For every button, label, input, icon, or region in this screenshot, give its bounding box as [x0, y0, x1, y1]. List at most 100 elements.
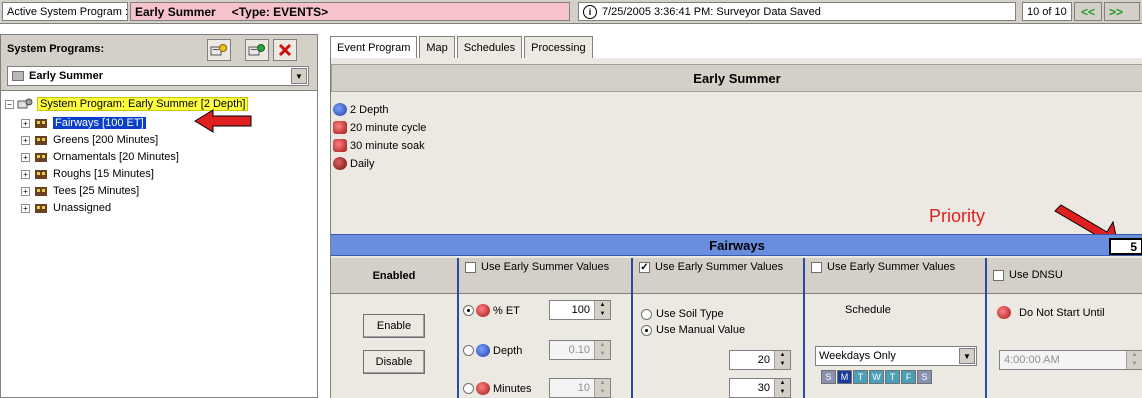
manual-value-label: Use Manual Value	[656, 324, 746, 336]
depth-label: Depth	[493, 344, 523, 357]
amount-header: Use Early Summer Values	[459, 258, 631, 294]
cycle-value: 20	[757, 354, 770, 366]
do-not-start-label: Do Not Start Until	[1019, 306, 1105, 319]
enabled-title: Enabled	[331, 258, 457, 294]
tree-item-label: Tees [25 Minutes]	[53, 185, 140, 197]
checkbox[interactable]	[993, 270, 1004, 281]
start-time-value: 4:00:00 AM	[1004, 354, 1060, 366]
active-program-field: Early Summer <Type: EVENTS>	[130, 2, 570, 21]
cycle-icon	[333, 121, 347, 134]
status-message: i 7/25/2005 3:36:41 PM: Surveyor Data Sa…	[578, 2, 1016, 21]
soak-value: 30	[757, 382, 770, 394]
et-value-stepper[interactable]: 100 ▲ ▼	[549, 300, 611, 320]
schedule-select[interactable]: Weekdays Only ▼	[815, 346, 977, 366]
copy-program-button[interactable]	[245, 39, 269, 61]
system-programs-header: System Programs: Early Summer ▼	[1, 35, 317, 91]
tab-event-program[interactable]: Event Program	[330, 36, 418, 59]
tree-item-unassigned[interactable]: + Unassigned	[21, 201, 111, 215]
active-program-label: Active System Program :	[2, 2, 128, 21]
enable-button[interactable]: Enable	[363, 314, 425, 338]
use-dnsu-checkbox[interactable]: Use DNSU	[993, 270, 1063, 281]
manual-value-option[interactable]: Use Manual Value	[641, 324, 745, 336]
day-sunday[interactable]: S	[821, 370, 836, 384]
soak-value-stepper[interactable]: 30 ▲ ▼	[729, 378, 791, 398]
priority-field[interactable]: 5	[1109, 238, 1142, 255]
station-group-icon	[35, 136, 47, 145]
spin-arrows-icon[interactable]: ▲ ▼	[594, 301, 610, 319]
depth-radio[interactable]	[463, 345, 474, 356]
spin-arrows-icon[interactable]: ▲ ▼	[594, 379, 610, 397]
day-wednesday[interactable]: W	[869, 370, 884, 384]
new-program-button[interactable]	[207, 39, 231, 61]
day-friday[interactable]: F	[901, 370, 916, 384]
soil-type-label: Use Soil Type	[656, 308, 724, 320]
minutes-value-stepper[interactable]: 10 ▲ ▼	[549, 378, 611, 398]
checkbox[interactable]	[811, 262, 822, 273]
schedule-use-values-checkbox[interactable]: Use Early Summer Values	[811, 262, 955, 273]
minutes-radio[interactable]	[463, 383, 474, 394]
day-thursday[interactable]: T	[885, 370, 900, 384]
tree-item-tees[interactable]: + Tees [25 Minutes]	[21, 184, 139, 198]
disable-button[interactable]: Disable	[363, 350, 425, 374]
tree-item-roughs[interactable]: + Roughs [15 Minutes]	[21, 167, 154, 181]
expand-toggle[interactable]: +	[21, 169, 30, 179]
tab-map[interactable]: Map	[419, 36, 455, 58]
amount-use-values-checkbox[interactable]: Use Early Summer Values	[465, 262, 609, 273]
tree-item-ornamentals[interactable]: + Ornamentals [20 Minutes]	[21, 150, 179, 164]
tree-item-label: Roughs [15 Minutes]	[53, 168, 154, 180]
tree-item-greens[interactable]: + Greens [200 Minutes]	[21, 133, 158, 147]
daily-icon	[333, 157, 347, 170]
summary-daily: Daily	[333, 156, 374, 171]
tree-item-fairways[interactable]: + Fairways [100 ET]	[21, 116, 146, 130]
expand-toggle[interactable]: +	[21, 186, 30, 196]
spin-arrows-icon[interactable]: ▲ ▼	[774, 379, 790, 397]
et-radio[interactable]	[463, 305, 474, 316]
collapse-toggle[interactable]: −	[5, 99, 14, 109]
next-record-button[interactable]: >>	[1104, 2, 1140, 21]
soil-type-option[interactable]: Use Soil Type	[641, 308, 724, 320]
tab-processing[interactable]: Processing	[524, 36, 593, 58]
day-monday[interactable]: M	[837, 370, 852, 384]
et-option[interactable]: % ET	[463, 304, 520, 317]
expand-toggle[interactable]: +	[21, 152, 30, 162]
tree-item-label: Ornamentals [20 Minutes]	[53, 151, 179, 163]
expand-toggle[interactable]: +	[21, 118, 30, 128]
station-group-icon	[35, 204, 47, 213]
delete-icon	[278, 43, 292, 57]
day-saturday[interactable]: S	[917, 370, 932, 384]
program-select[interactable]: Early Summer ▼	[7, 66, 309, 86]
checkbox-label: Use Early Summer Values	[481, 261, 610, 273]
record-counter: 10 of 10	[1022, 2, 1072, 21]
day-tuesday[interactable]: T	[853, 370, 868, 384]
chevron-down-icon[interactable]: ▼	[291, 68, 307, 84]
expand-toggle[interactable]: +	[21, 203, 30, 213]
depth-option[interactable]: Depth	[463, 344, 522, 357]
minutes-value: 10	[577, 382, 590, 394]
manual-value-radio[interactable]	[641, 324, 652, 336]
spin-arrows-icon[interactable]: ▲ ▼	[594, 341, 610, 359]
schedule-header: Use Early Summer Values	[805, 258, 985, 294]
summary-soak: 30 minute soak	[333, 138, 425, 153]
start-time-field[interactable]: 4:00:00 AM ▲ ▼	[999, 350, 1142, 370]
chevron-down-icon[interactable]: ▼	[959, 348, 975, 364]
summary-label: 30 minute soak	[350, 139, 425, 152]
amount-column: Use Early Summer Values % ET 100 ▲ ▼ Dept…	[457, 258, 631, 398]
expand-toggle[interactable]: +	[21, 135, 30, 145]
spin-arrows-icon[interactable]: ▲ ▼	[1126, 351, 1142, 369]
minutes-option[interactable]: Minutes	[463, 382, 532, 395]
cycle-value-stepper[interactable]: 20 ▲ ▼	[729, 350, 791, 370]
spin-arrows-icon[interactable]: ▲ ▼	[774, 351, 790, 369]
schedule-select-value: Weekdays Only	[819, 350, 896, 362]
checkbox-label: Use Early Summer Values	[827, 261, 956, 273]
system-programs-panel: System Programs: Early Summer ▼ − System…	[0, 34, 318, 398]
tab-schedules[interactable]: Schedules	[456, 36, 523, 58]
cycle-use-values-checkbox[interactable]: ✓ Use Early Summer Values	[639, 262, 783, 273]
soil-type-radio[interactable]	[641, 308, 652, 320]
delete-program-button[interactable]	[273, 39, 297, 61]
checkbox[interactable]	[465, 262, 476, 273]
previous-record-button[interactable]: <<	[1074, 2, 1102, 21]
cycle-header: ✓ Use Early Summer Values	[633, 258, 803, 294]
checkbox[interactable]: ✓	[639, 262, 650, 273]
schedule-label: Schedule	[845, 304, 891, 316]
depth-value-stepper[interactable]: 0.10 ▲ ▼	[549, 340, 611, 360]
